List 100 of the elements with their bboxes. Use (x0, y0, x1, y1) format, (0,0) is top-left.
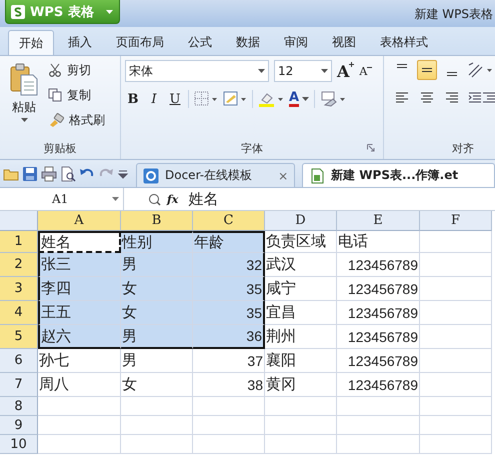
ribbon-tab[interactable]: 视图 (322, 30, 366, 55)
highlight-icon[interactable] (258, 91, 284, 107)
brush-icon (48, 113, 64, 127)
group-label: 剪贴板 (44, 141, 76, 156)
table-cell: 123456789 (337, 349, 420, 373)
print-preview-icon[interactable] (60, 166, 76, 182)
document-tab[interactable]: 新建 WPS表...作簿.et (302, 163, 495, 187)
table-cell (420, 397, 492, 416)
fill-color-icon[interactable] (223, 91, 247, 107)
ribbon-tab[interactable]: 表格样式 (370, 30, 438, 55)
ribbon-tab[interactable]: 审阅 (274, 30, 318, 55)
formula-field[interactable]: 姓名 (188, 190, 218, 208)
table-cell (265, 397, 337, 416)
row-header[interactable]: 6 (0, 349, 38, 373)
table-cell: 37 (193, 349, 265, 373)
table-cell: 负责区域 (265, 231, 337, 253)
format-painter-button[interactable]: 格式刷 (48, 110, 105, 130)
paste-button[interactable]: 粘贴 (4, 60, 44, 130)
row-header[interactable]: 3 (0, 277, 38, 301)
table-cell (121, 435, 193, 454)
ribbon-tab[interactable]: 插入 (58, 30, 102, 55)
text-orientation-icon[interactable] (467, 61, 493, 79)
ribbon-tab[interactable]: 页面布局 (106, 30, 174, 55)
print-icon[interactable] (41, 166, 57, 182)
italic-button[interactable]: I (146, 92, 162, 106)
font-size-field[interactable]: 12 (274, 60, 332, 82)
caret-icon (20, 118, 28, 123)
table-cell: 孙七 (38, 349, 121, 373)
align-lines-icon (422, 68, 432, 72)
document-tab[interactable]: Docer-在线模板 × (136, 163, 296, 187)
caret-icon (105, 8, 114, 14)
table-cell: 35 (193, 301, 265, 325)
column-header[interactable]: F (420, 211, 492, 231)
row-header[interactable]: 5 (0, 325, 38, 349)
copy-button[interactable]: 复制 (48, 85, 105, 105)
table-cell: 女 (121, 373, 193, 397)
table-cell: 35 (193, 277, 265, 301)
plus-icon (349, 62, 354, 66)
table-cell (193, 397, 265, 416)
table-cell (121, 416, 193, 435)
table-cell: 性别 (121, 231, 193, 253)
group-label: 对齐 (452, 141, 474, 156)
table-cell (193, 435, 265, 454)
row-header[interactable]: 2 (0, 253, 38, 277)
table-cell: 123456789 (337, 253, 420, 277)
copy-icon (48, 88, 62, 102)
bold-button[interactable]: B (125, 92, 141, 106)
column-header[interactable]: E (337, 211, 420, 231)
minus-icon (367, 64, 372, 70)
column-header[interactable]: D (265, 211, 337, 231)
column-header[interactable]: B (121, 211, 193, 231)
font-color-button[interactable]: A (289, 91, 310, 107)
caret-icon (112, 196, 119, 202)
table-cell: 赵六 (38, 325, 121, 349)
table-cell: 女 (121, 301, 193, 325)
underline-button[interactable]: U (167, 92, 183, 106)
column-header[interactable]: A (38, 211, 121, 231)
table-cell (193, 416, 265, 435)
table-cell: 男 (121, 349, 193, 373)
caret-icon (258, 68, 265, 74)
font-name-field[interactable]: 宋体 (125, 60, 269, 82)
zoom-icon[interactable] (148, 192, 161, 206)
table-cell: 宜昌 (265, 301, 337, 325)
template-icon (143, 168, 159, 184)
borders-icon[interactable] (194, 91, 218, 107)
table-cell: 38 (193, 373, 265, 397)
vertical-align-button[interactable] (417, 60, 437, 80)
table-cell: 36 (193, 325, 265, 349)
spreadsheet-file-icon (309, 168, 326, 184)
clipboard-icon (9, 63, 39, 97)
table-cell: 女 (121, 277, 193, 301)
save-icon[interactable] (22, 166, 38, 182)
clear-format-icon[interactable] (320, 91, 346, 107)
table-cell: 姓名 (38, 231, 121, 253)
ribbon-tab[interactable]: 公式 (178, 30, 222, 55)
table-cell (420, 435, 492, 454)
row-header[interactable]: 1 (0, 231, 38, 253)
shrink-font-button[interactable]: A (359, 64, 372, 78)
row-header[interactable]: 10 (0, 435, 38, 454)
insert-function-button[interactable]: fx (167, 192, 178, 206)
table-cell: 张三 (38, 253, 121, 277)
table-cell: 襄阳 (265, 349, 337, 373)
cut-button[interactable]: 剪切 (48, 60, 105, 80)
ribbon-tab[interactable]: 开始 (8, 30, 54, 55)
window-title: 新建 WPS表格 (414, 6, 494, 23)
table-cell: 荆州 (265, 325, 337, 349)
column-header[interactable]: C (193, 211, 265, 231)
align-lines-icon (397, 64, 407, 68)
grow-font-button[interactable]: A (337, 62, 354, 80)
row-header[interactable]: 8 (0, 397, 38, 416)
row-header[interactable]: 9 (0, 416, 38, 435)
ribbon-tab[interactable]: 数据 (226, 30, 270, 55)
dialog-launcher-icon[interactable] (367, 144, 375, 152)
row-header[interactable]: 7 (0, 373, 38, 397)
row-header[interactable]: 4 (0, 301, 38, 325)
scissors-icon (48, 63, 62, 77)
caret-icon (321, 68, 328, 74)
table-cell (265, 416, 337, 435)
name-box[interactable]: A1 (0, 188, 124, 210)
caret-icon (302, 96, 310, 102)
